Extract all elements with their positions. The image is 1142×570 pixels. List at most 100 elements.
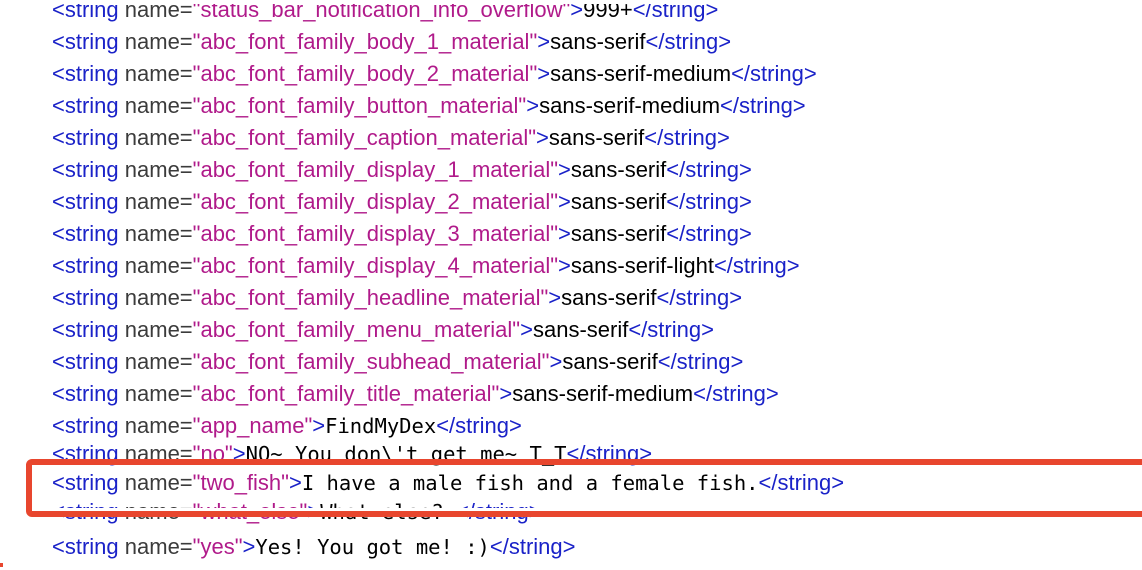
attr-value: "abc_font_family_display_1_material" [192,157,559,182]
attr-name: name= [124,381,193,406]
open-tag: <string [52,157,125,182]
open-tag: <string [52,125,125,150]
close-tag: </string> [489,534,576,559]
attr-value: "no" [192,441,233,466]
open-tag: <string [52,534,125,559]
code-line-abc-font-family-body-2-material[interactable]: <string name="abc_font_family_body_2_mat… [52,58,817,90]
tag-end: > [537,29,551,54]
attr-value: "abc_font_family_body_1_material" [192,29,538,54]
attr-value: "abc_font_family_display_4_material" [192,253,559,278]
attr-name: name= [124,253,193,278]
tag-end: > [558,221,571,246]
string-value: sans-serif-medium [539,93,721,118]
close-tag: </string> [436,413,522,438]
tag-end: > [288,470,302,495]
string-value: sans-serif [548,125,645,150]
close-tag: </string> [666,157,752,182]
close-tag: </string> [656,285,743,310]
string-value: sans-serif-medium [550,61,732,86]
attr-name: name= [124,93,193,118]
close-tag: </string> [713,253,800,278]
occluded-region [30,508,1142,513]
open-tag: <string [52,381,125,406]
open-tag: <string [52,29,125,54]
tag-end: > [537,61,551,86]
open-tag: <string [52,285,125,310]
tag-end: > [312,413,326,438]
string-value: sans-serif [561,285,657,310]
string-value: sans-serif-medium [512,381,694,406]
open-tag: <string [52,93,125,118]
tag-end: > [499,381,513,406]
attr-value: "two_fish" [192,470,289,495]
close-tag: </string> [657,349,744,374]
tag-end: > [526,93,540,118]
attr-value: "abc_font_family_display_3_material" [192,221,559,246]
attr-value: "app_name" [192,413,313,438]
code-line-abc-font-family-button-material[interactable]: <string name="abc_font_family_button_mat… [52,90,806,122]
code-line-abc-font-family-caption-material[interactable]: <string name="abc_font_family_caption_ma… [52,122,730,154]
tag-end: > [242,534,256,559]
attr-name: name= [124,413,193,438]
attr-name: name= [124,61,193,86]
attr-value: "abc_font_family_caption_material" [192,125,537,150]
open-tag: <string [52,253,125,278]
code-editor[interactable]: <string name="status_bar_notification_in… [0,0,1142,570]
attr-name: name= [124,221,193,246]
open-tag: <string [52,189,125,214]
code-line-no[interactable]: <string name="no">NO~ You don\'t get me~… [52,438,652,470]
attr-value: "abc_font_family_display_2_material" [192,189,559,214]
open-tag: <string [52,413,125,438]
open-tag: <string [52,317,125,342]
tag-end: > [520,317,533,342]
attr-value: "abc_font_family_subhead_material" [192,349,550,374]
attr-name: name= [124,534,193,559]
string-value: I have a male fish and a female fish. [301,471,759,495]
close-tag: </string> [645,29,732,54]
attr-value: "abc_font_family_button_material" [192,93,527,118]
string-value: sans-serif [570,157,667,182]
tag-end: > [232,441,246,466]
close-tag: </string> [720,93,806,118]
close-tag: </string> [693,381,779,406]
code-line-yes[interactable]: <string name="yes">Yes! You got me! :)</… [52,531,575,563]
code-line-abc-font-family-headline-material[interactable]: <string name="abc_font_family_headline_m… [52,282,742,314]
attr-name: name= [124,189,193,214]
open-tag: <string [52,221,125,246]
attr-name: name= [124,29,193,54]
string-value: Yes! You got me! :) [255,535,490,559]
close-tag: </string> [666,189,752,214]
close-tag: </string> [731,61,817,86]
attr-value: "abc_font_family_body_2_material" [192,61,538,86]
attr-value: "yes" [192,534,243,559]
attr-value: "abc_font_family_title_material" [192,381,500,406]
attr-name: name= [124,317,193,342]
tag-end: > [536,125,549,150]
string-value: sans-serif [570,189,667,214]
code-line-abc-font-family-display-4-material[interactable]: <string name="abc_font_family_display_4_… [52,250,800,282]
attr-name: name= [124,157,193,182]
code-line-abc-font-family-menu-material[interactable]: <string name="abc_font_family_menu_mater… [52,314,714,346]
code-line-abc-font-family-body-1-material[interactable]: <string name="abc_font_family_body_1_mat… [52,26,731,58]
attr-name: name= [124,285,193,310]
close-tag: </string> [566,441,653,466]
string-value: NO~ You don\'t get me~ T_T [245,442,567,466]
attr-name: name= [124,470,193,495]
tag-end: > [558,189,571,214]
code-line-abc-font-family-title-material[interactable]: <string name="abc_font_family_title_mate… [52,378,779,410]
string-value: sans-serif [570,221,667,246]
open-tag: <string [52,470,125,495]
close-tag: </string> [758,470,845,495]
code-line-abc-font-family-display-3-material[interactable]: <string name="abc_font_family_display_3_… [52,218,752,250]
code-line-two-fish[interactable]: <string name="two_fish">I have a male fi… [52,467,844,499]
code-line-abc-font-family-subhead-material[interactable]: <string name="abc_font_family_subhead_ma… [52,346,743,378]
close-tag: </string> [644,125,730,150]
code-line-abc-font-family-display-1-material[interactable]: <string name="abc_font_family_display_1_… [52,154,752,186]
string-value: sans-serif [550,29,646,54]
attr-name: name= [124,441,193,466]
attr-name: name= [124,349,193,374]
open-tag: <string [52,441,125,466]
tag-end: > [548,285,562,310]
string-value: FindMyDex [325,414,437,438]
code-line-abc-font-family-display-2-material[interactable]: <string name="abc_font_family_display_2_… [52,186,752,218]
